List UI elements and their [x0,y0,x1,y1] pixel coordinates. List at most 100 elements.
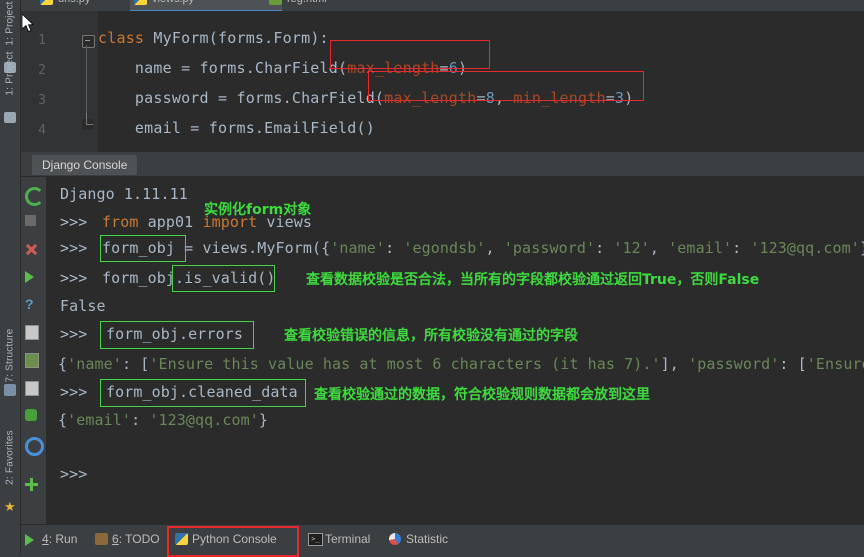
console-str-12: '12' [613,239,650,257]
editor-tab-bar: urls.py views.py reg.html [20,0,864,11]
console-out-sep-3: : [ [779,355,807,373]
line-number: 2 [38,63,46,78]
rerun-icon[interactable] [25,187,44,206]
show-variables-icon[interactable] [25,325,39,340]
code-fold-toggle[interactable] [82,35,95,48]
console-tab-django-label: Django Console [42,158,128,172]
status-button-terminal[interactable]: >_ Terminal [305,530,376,549]
console-str-mail: '123@qq.com' [750,239,860,257]
code-line-2-close: ) [458,59,468,77]
console-input-7: form_obj.cleaned_data [106,383,298,401]
status-button-run-num: 4 [42,532,49,546]
run-icon [25,534,34,546]
console-out2-key-email: 'email' [67,411,132,429]
console-out2-val-email: '123@qq.com' [149,411,259,429]
bug-icon[interactable] [25,409,37,421]
console-str-egondsb: 'egondsb' [403,239,486,257]
tool-window-favorites-label: 2: Favorites [4,430,16,485]
code-line-2-eq: = [439,59,449,77]
status-button-python-console[interactable]: Python Console [172,530,283,549]
console-tab-django[interactable]: Django Console [32,155,138,175]
code-kwarg-min-length: min_length [513,89,606,107]
console-sep-1: : [385,239,404,257]
code-line-3-a: password = forms.CharField( [98,89,385,107]
editor-tab-urls-label: urls.py [58,0,90,5]
close-icon[interactable] [25,243,38,256]
code-keyword-class: class [98,29,154,47]
console-annotation-7: 查看校验通过的数据，符合校验规则数据都会放到这里 [314,387,650,403]
status-button-todo[interactable]: 6: TODO [92,530,166,549]
code-number-3: 3 [614,89,625,107]
console-out2-open: { [58,411,68,429]
gear-icon[interactable] [25,437,44,456]
console-annotation-3: 查看数据校验是否合法，当所有的字段都校验通过返回True，否则False [306,272,760,288]
history-icon[interactable] [25,381,39,396]
console-input-3: form_obj.is_valid() [102,269,276,287]
python-console-icon [175,533,188,545]
code-fold-end [82,113,93,130]
console-toolbar: ? [20,177,46,524]
console-output-area[interactable]: Django 1.11.11 >>> from app01 import vie… [46,177,864,524]
status-button-statistic[interactable]: Statistic [386,530,454,549]
console-out-key-password: 'password' [688,355,780,373]
console-output-errors: {'name': ['Ensure this value has at most… [58,355,864,373]
code-number-8: 8 [485,89,495,107]
settings-table-icon[interactable] [25,353,39,368]
code-editor[interactable]: 1 2 3 4 class MyForm(forms.Form): name =… [20,11,864,152]
editor-tab-urls[interactable]: urls.py [36,0,98,10]
tool-window-project[interactable]: 1: Project [5,34,16,114]
mouse-cursor [22,14,34,33]
status-button-python-console-label: Python Console [192,532,277,546]
statistic-icon [389,533,401,545]
project-icon-2 [4,112,16,123]
left-tool-strip: 1: Project 1: Project 7: Structure 2: Fa… [0,0,21,553]
todo-icon [95,533,108,545]
code-line-1-rest: MyForm(forms.Form): [153,29,329,47]
console-sep-5: : [732,239,751,257]
code-number-6: 6 [448,59,459,77]
status-button-statistic-label: Statistic [406,532,449,546]
status-button-todo-num: 6 [112,532,119,546]
tool-window-project-label: 1: Project [4,51,16,96]
console-prompt-active[interactable]: >>> [60,465,87,483]
code-line-2-a: name = forms.CharField( [98,59,348,77]
console-out-key-name: 'name' [67,355,122,373]
console-output-false: False [60,297,106,315]
console-str-name: 'name' [330,239,386,257]
python-file-icon [40,0,53,5]
console-sep-2: , [485,239,504,257]
line-number: 1 [38,33,46,48]
code-kwarg-max-length: max_length [347,59,440,77]
stop-icon[interactable] [25,215,36,226]
console-str-password: 'password' [503,239,596,257]
code-line-3-eq: = [476,89,486,107]
console-input-1-mid: app01 [138,213,203,231]
code-kwarg-max-length-2: max_length [384,89,477,107]
editor-tab-views[interactable]: views.py [130,0,282,11]
console-prompt: >>> [60,239,88,257]
add-icon[interactable] [25,478,38,491]
status-button-todo-label: : TODO [118,532,160,546]
console-out-msg-password: 'Ensure t [806,355,864,373]
status-button-run[interactable]: 4: Run [22,530,83,549]
code-line-3-eq2: = [605,89,615,107]
code-line-4: email = forms.EmailField() [98,119,375,137]
code-line-1: class MyForm(forms.Form): [98,29,329,47]
terminal-icon: >_ [308,533,323,546]
console-out-msg-name: 'Ensure this value has at most 6 charact… [149,355,661,373]
console-str-email: 'email' [668,239,733,257]
tool-window-favorites[interactable]: 2: Favorites [5,418,16,498]
console-output-cleaned: {'email': '123@qq.com'} [58,411,268,429]
editor-tab-reg[interactable]: reg.html [265,0,335,10]
console-out2-sep: : [131,411,150,429]
code-line-4-text: email = forms.EmailField() [98,119,375,137]
console-output-errors-open: { [58,355,68,373]
console-prompt: >>> [60,213,88,231]
console-input-5: form_obj.errors [106,325,243,343]
console-out-sep-1: : [ [121,355,150,373]
status-button-run-label: : Run [48,532,78,546]
status-button-terminal-label: Terminal [325,532,371,546]
help-icon[interactable]: ? [25,297,41,313]
console-prompt: >>> [60,269,88,287]
run-icon[interactable] [25,271,34,283]
